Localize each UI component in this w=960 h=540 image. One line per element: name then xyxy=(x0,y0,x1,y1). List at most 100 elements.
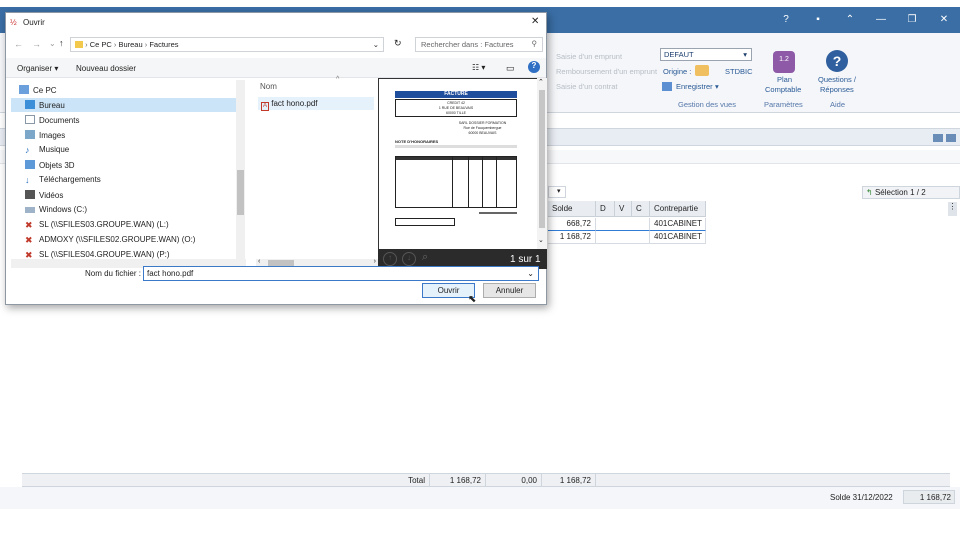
scrollbar-thumb[interactable] xyxy=(539,90,545,228)
music-icon: ♪ xyxy=(25,145,30,155)
documents-icon xyxy=(25,115,35,124)
tree-item-ce-pc[interactable]: Ce PC xyxy=(11,83,236,97)
zoom-icon[interactable]: ⌕ xyxy=(422,251,428,264)
cancel-button[interactable]: Annuler xyxy=(483,283,536,298)
tree-label: Documents xyxy=(39,116,80,125)
layout-icon[interactable] xyxy=(933,134,943,142)
file-name: fact hono.pdf xyxy=(271,99,318,108)
command-bar: Organiser ▾ Nouveau dossier ☷ ▾ ▭ ? xyxy=(6,58,546,78)
address-bar[interactable]: › Ce PC › Bureau › Factures ⌄ xyxy=(70,37,384,52)
help-icon[interactable]: ? xyxy=(528,61,540,73)
plan-comptable-icon[interactable]: 1.2 xyxy=(773,51,795,73)
cell-solde[interactable]: 668,72 xyxy=(548,218,596,231)
back-icon[interactable]: ↰ xyxy=(866,188,873,197)
filename-label: Nom du fichier : xyxy=(84,269,141,278)
scroll-down-icon[interactable]: ⌄ xyxy=(538,236,544,244)
chevron-down-icon[interactable]: ⌄ xyxy=(49,39,56,48)
tree-label: Musique xyxy=(39,145,70,154)
breadcrumb-item[interactable]: Ce PC xyxy=(90,40,112,49)
cell-contrepartie[interactable]: 401CABINET xyxy=(650,231,706,244)
preview-total xyxy=(479,212,517,214)
breadcrumb-item[interactable]: Factures xyxy=(149,40,178,49)
up-arrow-icon[interactable]: ↑ xyxy=(59,38,64,48)
tree-item-admoxy-o[interactable]: ✖ ADMOXY (\\SFILES02.GROUPE.WAN) (O:) xyxy=(11,233,236,247)
back-arrow-icon[interactable]: ← xyxy=(14,39,23,49)
collapse-ribbon-icon[interactable]: ⌃ xyxy=(842,14,858,25)
file-item[interactable]: A fact hono.pdf xyxy=(258,97,374,111)
prev-page-icon[interactable]: ↑ xyxy=(383,252,397,266)
save-icon[interactable]: ▪ xyxy=(810,14,826,25)
preview-recipient: SARL DOSSIER FORMATION Rue de Fauquember… xyxy=(450,121,515,136)
new-folder-button[interactable]: Nouveau dossier xyxy=(76,64,136,73)
tree-item-sl-l[interactable]: ✖ SL (\\SFILES03.GROUPE.WAN) (L:) xyxy=(11,218,236,232)
grid-settings-icon[interactable] xyxy=(946,134,956,142)
cell-solde[interactable]: 1 168,72 xyxy=(548,231,596,244)
col-header-c[interactable]: C xyxy=(632,201,650,217)
help-icon[interactable]: ? xyxy=(778,14,794,25)
minimize-icon[interactable]: — xyxy=(873,14,889,25)
enregistrer-button[interactable]: Enregistrer xyxy=(676,82,713,91)
tree-item-documents[interactable]: Documents xyxy=(11,113,236,127)
next-page-icon[interactable]: ↓ xyxy=(402,252,416,266)
tree-item-images[interactable]: Images xyxy=(11,128,236,142)
scroll-left-icon[interactable]: ‹ xyxy=(258,258,260,265)
qa-label-2: Réponses xyxy=(820,85,854,94)
breadcrumb-item[interactable]: Bureau xyxy=(118,40,142,49)
ribbon-item-emprunt: Saisie d'un emprunt xyxy=(556,52,623,61)
col-header-solde[interactable]: Solde xyxy=(548,201,596,217)
col-header-v[interactable]: V xyxy=(615,201,632,217)
forward-arrow-icon[interactable]: → xyxy=(32,39,41,49)
column-menu-icon[interactable]: ⋮ xyxy=(948,202,957,216)
scroll-up-icon[interactable]: ⌃ xyxy=(538,78,544,86)
pc-icon xyxy=(19,85,29,94)
scroll-right-icon[interactable]: › xyxy=(374,258,376,265)
totals-label: Total xyxy=(22,474,430,488)
group-params-label: Paramètres xyxy=(764,100,803,109)
tree-scrollbar[interactable] xyxy=(236,80,245,260)
search-icon: ⚲ xyxy=(531,39,538,48)
origine-label: Origine : xyxy=(663,67,692,76)
totals-row: Total 1 168,72 0,00 1 168,72 xyxy=(22,473,950,488)
cell-dvc[interactable] xyxy=(596,231,650,244)
tree-item-musique[interactable]: ♪ Musique xyxy=(11,143,236,157)
tree-item-bureau[interactable]: Bureau xyxy=(11,98,236,112)
preview-pane-icon[interactable]: ▭ xyxy=(506,63,515,74)
tree-item-windows-c[interactable]: Windows (C:) xyxy=(11,203,236,217)
search-input[interactable]: Rechercher dans : Factures ⚲ xyxy=(415,37,543,52)
plan-label-2: Comptable xyxy=(765,85,802,94)
tree-item-telechargements[interactable]: ↓ Téléchargements xyxy=(11,173,236,187)
close-app-icon[interactable]: ✕ xyxy=(936,14,952,25)
sort-up-icon: ^ xyxy=(336,76,340,83)
ribbon-item-contrat: Saisie d'un contrat xyxy=(556,82,618,91)
chevron-down-icon[interactable]: ▾ xyxy=(548,186,566,198)
dialog-titlebar[interactable]: ½ Ouvrir ✕ xyxy=(6,13,546,33)
col-header-contrepartie[interactable]: Contrepartie xyxy=(650,201,706,217)
refresh-icon[interactable]: ↻ xyxy=(394,38,402,49)
preview-scrollbar[interactable]: ⌃ ⌄ xyxy=(537,78,547,249)
question-icon[interactable]: ? xyxy=(826,50,848,72)
preview-doc-title: FACTURE xyxy=(395,91,517,98)
cell-contrepartie[interactable]: 401CABINET xyxy=(650,218,706,231)
view-select[interactable]: DEFAUT ▾ xyxy=(660,48,752,61)
network-drive-icon: ✖ xyxy=(25,235,33,245)
tree-item-objets3d[interactable]: Objets 3D xyxy=(11,158,236,172)
tree-label: Ce PC xyxy=(33,86,57,95)
navigation-tree: Ce PC Bureau Documents Images ♪ Musique O… xyxy=(11,80,246,270)
scrollbar-thumb[interactable] xyxy=(237,170,244,215)
organize-button[interactable]: Organiser ▾ xyxy=(17,64,58,73)
totals-credit: 0,00 xyxy=(486,474,542,488)
chevron-down-icon[interactable]: ⌄ xyxy=(373,40,379,49)
origine-icon[interactable] xyxy=(695,65,709,76)
preview-pane: FACTURE CREDIT 42 1 RUE DE BEAUVAIS 6000… xyxy=(378,78,547,260)
cell-dvc[interactable] xyxy=(596,218,650,231)
view-options-icon[interactable]: ☷ ▾ xyxy=(472,63,485,72)
close-icon[interactable]: ✕ xyxy=(531,16,539,27)
restore-icon[interactable]: ❐ xyxy=(904,14,920,25)
tree-item-videos[interactable]: Vidéos xyxy=(11,188,236,202)
filename-input[interactable]: fact hono.pdf ⌄ xyxy=(143,266,539,281)
col-header-d[interactable]: D xyxy=(596,201,615,217)
chevron-down-icon[interactable]: ⌄ xyxy=(527,269,534,278)
column-header-nom[interactable]: Nom xyxy=(260,82,277,91)
tree-label: Bureau xyxy=(39,101,65,110)
status-label: Solde 31/12/2022 xyxy=(830,493,893,502)
